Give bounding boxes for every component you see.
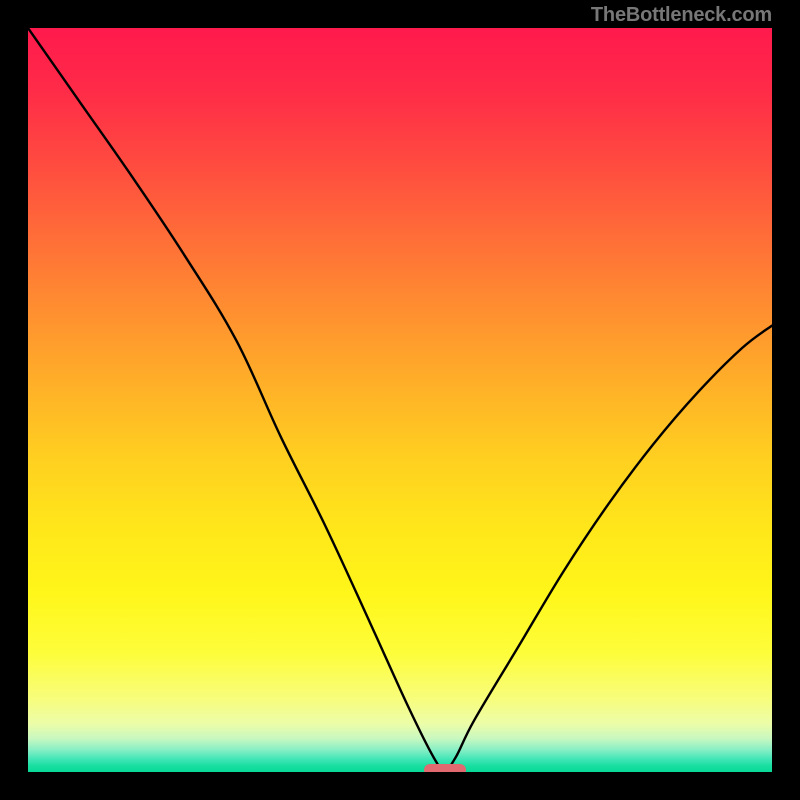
bottleneck-curve-path bbox=[28, 28, 772, 770]
min-marker bbox=[424, 764, 466, 772]
curve-svg bbox=[28, 28, 772, 772]
attribution-text: TheBottleneck.com bbox=[591, 4, 772, 27]
chart-frame: TheBottleneck.com bbox=[0, 0, 800, 800]
plot-area bbox=[28, 28, 772, 772]
